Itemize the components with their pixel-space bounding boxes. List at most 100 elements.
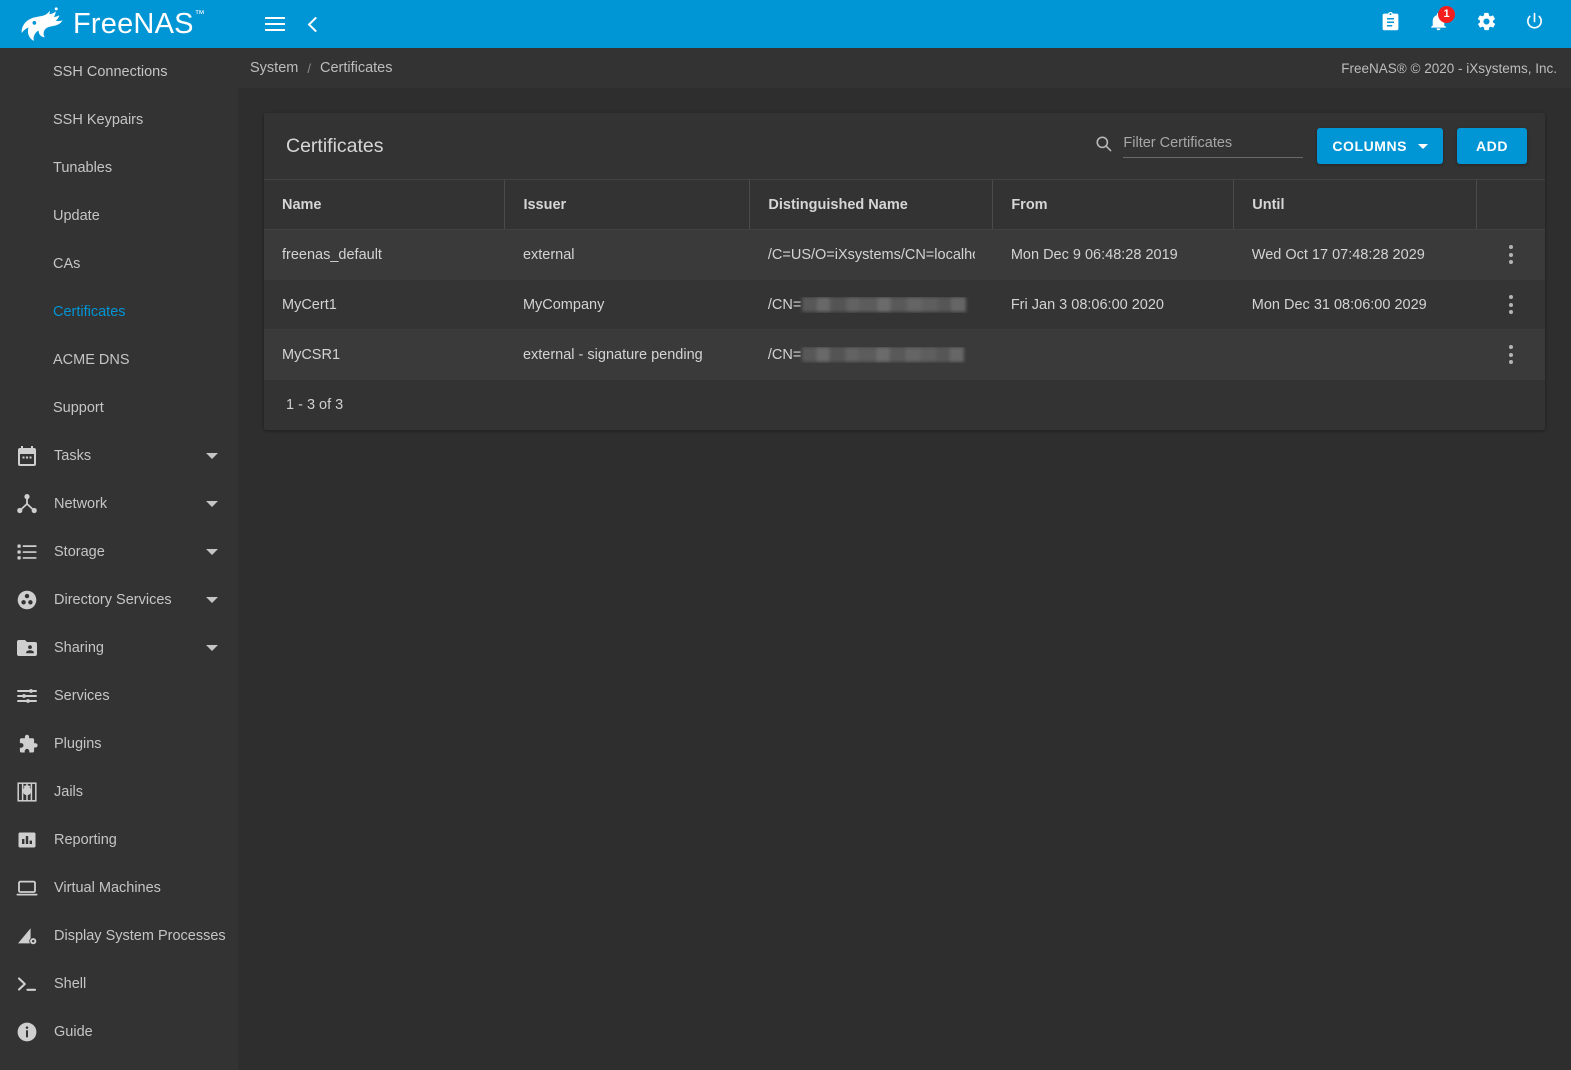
freenas-shark-logo-icon bbox=[18, 7, 64, 41]
page-title: Certificates bbox=[286, 135, 384, 158]
sidebar-item-directory-services[interactable]: Directory Services bbox=[0, 576, 238, 624]
sidebar-item-label: CAs bbox=[53, 256, 238, 272]
sidebar-item-label: Shell bbox=[54, 976, 238, 992]
power-icon bbox=[1524, 11, 1545, 37]
sidebar-item-plugins[interactable]: Plugins bbox=[0, 720, 238, 768]
sidebar-item-virtual-machines[interactable]: Virtual Machines bbox=[0, 864, 238, 912]
top-bar-actions: 1 bbox=[1371, 5, 1571, 43]
gear-icon bbox=[1476, 11, 1497, 37]
sidebar-item-label: Plugins bbox=[54, 736, 238, 752]
cell-issuer: external - signature pending bbox=[505, 330, 750, 380]
sidebar-item-display-system-processes[interactable]: Display System Processes bbox=[0, 912, 238, 960]
column-header-actions bbox=[1477, 180, 1545, 230]
sidebar-item-label: Update bbox=[53, 208, 238, 224]
chevron-down-icon bbox=[206, 597, 218, 603]
sidebar-item-services[interactable]: Services bbox=[0, 672, 238, 720]
sidebar-item-reporting[interactable]: Reporting bbox=[0, 816, 238, 864]
chevron-down-icon bbox=[206, 501, 218, 507]
table-footer: 1 - 3 of 3 bbox=[264, 380, 1545, 430]
copyright-text: FreeNAS® © 2020 - iXsystems, Inc. bbox=[1341, 61, 1557, 76]
column-header-name[interactable]: Name bbox=[264, 180, 505, 230]
sidebar-item-acme-dns[interactable]: ACME DNS bbox=[0, 336, 238, 384]
sidebar-item-label: SSH Keypairs bbox=[53, 112, 238, 128]
sidebar-item-ssh-keypairs[interactable]: SSH Keypairs bbox=[0, 96, 238, 144]
search-icon bbox=[1094, 134, 1113, 158]
sidebar-item-label: Guide bbox=[54, 1024, 238, 1040]
column-header-issuer[interactable]: Issuer bbox=[505, 180, 750, 230]
folder-shared-icon bbox=[14, 635, 40, 661]
table-header-row: Name Issuer Distinguished Name From Unti… bbox=[264, 180, 1545, 230]
cell-issuer: external bbox=[505, 230, 750, 280]
cell-until: Wed Oct 17 07:48:28 2029 bbox=[1234, 230, 1477, 280]
cell-from: Fri Jan 3 08:06:00 2020 bbox=[993, 280, 1234, 330]
cell-name: MyCert1 bbox=[264, 280, 505, 330]
sidebar-item-sharing[interactable]: Sharing bbox=[0, 624, 238, 672]
sidebar-item-guide[interactable]: Guide bbox=[0, 1008, 238, 1056]
cell-distinguished-name: /C=US/O=iXsystems/CN=localho bbox=[750, 230, 993, 280]
cell-until: Mon Dec 31 08:06:00 2029 bbox=[1234, 280, 1477, 330]
sidebar-item-label: Virtual Machines bbox=[54, 880, 238, 896]
sidebar-item-label: SSH Connections bbox=[53, 64, 238, 80]
search-input[interactable] bbox=[1123, 132, 1303, 157]
columns-button-label: COLUMNS bbox=[1332, 138, 1407, 154]
body-container: SSH Connections SSH Keypairs Tunables Updat… bbox=[0, 48, 1571, 1070]
hamburger-menu-button[interactable] bbox=[256, 5, 294, 43]
chevron-down-icon bbox=[206, 549, 218, 555]
task-manager-button[interactable] bbox=[1371, 5, 1409, 43]
sidebar-item-ssh-connections[interactable]: SSH Connections bbox=[0, 48, 238, 96]
brand-logo-area[interactable]: FreeNAS ™ bbox=[0, 0, 238, 48]
sidebar-item-label: ACME DNS bbox=[53, 352, 238, 368]
sidebar-item-update[interactable]: Update bbox=[0, 192, 238, 240]
storage-icon bbox=[14, 539, 40, 565]
sidebar-item-tunables[interactable]: Tunables bbox=[0, 144, 238, 192]
cell-name: freenas_default bbox=[264, 230, 505, 280]
kebab-menu-icon[interactable] bbox=[1495, 230, 1527, 279]
brand-name: FreeNAS bbox=[73, 8, 194, 40]
add-button[interactable]: ADD bbox=[1457, 128, 1527, 164]
sidebar-item-shell[interactable]: Shell bbox=[0, 960, 238, 1008]
breadcrumb-certificates: Certificates bbox=[320, 60, 393, 76]
sidebar-item-label: Directory Services bbox=[54, 592, 206, 608]
settings-button[interactable] bbox=[1467, 5, 1505, 43]
card-header: Certificates bbox=[264, 113, 1545, 179]
distinguished-name-value: /C=US/O=iXsystems/CN=localho bbox=[768, 247, 975, 263]
collapse-sidebar-button[interactable] bbox=[294, 5, 332, 43]
alerts-button[interactable]: 1 bbox=[1419, 5, 1457, 43]
power-button[interactable] bbox=[1515, 5, 1553, 43]
table-row[interactable]: MyCSR1external - signature pending/CN= bbox=[264, 330, 1545, 380]
kebab-menu-icon[interactable] bbox=[1495, 280, 1527, 329]
sidebar-item-storage[interactable]: Storage bbox=[0, 528, 238, 576]
laptop-icon bbox=[14, 875, 40, 901]
sidebar-item-network[interactable]: Network bbox=[0, 480, 238, 528]
sidebar-item-tasks[interactable]: Tasks bbox=[0, 432, 238, 480]
top-bar: FreeNAS ™ bbox=[0, 0, 1571, 48]
cell-distinguished-name: /CN= bbox=[750, 330, 993, 380]
chevron-left-icon bbox=[307, 16, 323, 32]
main-area: System / Certificates FreeNAS® © 2020 - … bbox=[238, 48, 1571, 1070]
cell-from bbox=[993, 330, 1234, 380]
table-row[interactable]: freenas_defaultexternal/C=US/O=iXsystems… bbox=[264, 230, 1545, 280]
kebab-menu-icon[interactable] bbox=[1495, 330, 1527, 379]
column-header-distinguished-name[interactable]: Distinguished Name bbox=[750, 180, 993, 230]
brand-trademark: ™ bbox=[195, 8, 205, 22]
sidebar-navigation: SSH Connections SSH Keypairs Tunables Updat… bbox=[0, 48, 238, 1070]
distinguished-name-prefix: /C=US/O=iXsystems/CN=localho bbox=[768, 247, 975, 263]
table-row[interactable]: MyCert1MyCompany/CN=Fri Jan 3 08:06:00 2… bbox=[264, 280, 1545, 330]
sidebar-item-label: Services bbox=[54, 688, 238, 704]
sidebar-item-support[interactable]: Support bbox=[0, 384, 238, 432]
sidebar-item-label: Jails bbox=[54, 784, 238, 800]
jail-icon bbox=[14, 779, 40, 805]
cell-actions bbox=[1477, 230, 1545, 280]
sidebar-item-certificates[interactable]: Certificates bbox=[0, 288, 238, 336]
breadcrumb-system[interactable]: System bbox=[250, 60, 298, 76]
sidebar-item-cas[interactable]: CAs bbox=[0, 240, 238, 288]
chevron-down-icon bbox=[206, 645, 218, 651]
column-header-until[interactable]: Until bbox=[1234, 180, 1477, 230]
columns-button[interactable]: COLUMNS bbox=[1317, 128, 1443, 164]
sidebar-item-jails[interactable]: Jails bbox=[0, 768, 238, 816]
calendar-icon bbox=[14, 443, 40, 469]
column-header-from[interactable]: From bbox=[993, 180, 1234, 230]
puzzle-icon bbox=[14, 731, 40, 757]
clipboard-icon bbox=[1380, 11, 1401, 37]
sidebar-item-label: Reporting bbox=[54, 832, 238, 848]
